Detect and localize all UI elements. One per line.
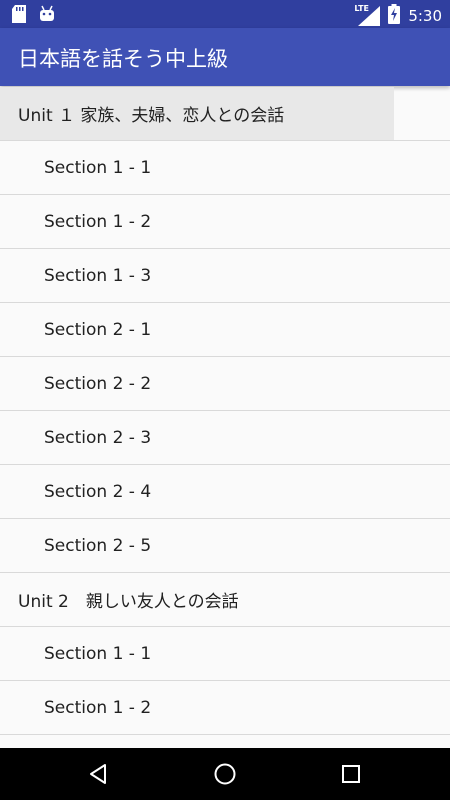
recents-icon[interactable]: [335, 758, 367, 790]
section-label: Section 2 - 1: [44, 319, 152, 340]
network-type-label: LTE: [354, 4, 370, 13]
section-label: Section 2 - 5: [44, 535, 152, 556]
signal-icon: LTE: [354, 4, 381, 26]
section-item[interactable]: Section 1 - 3: [0, 249, 450, 303]
section-label: Section 2 - 3: [44, 427, 152, 448]
unit-header-1[interactable]: Unit １ 家族、夫婦、恋人との会話: [0, 87, 450, 141]
section-label: Section 1 - 2: [44, 211, 152, 232]
section-item[interactable]: [0, 735, 450, 748]
section-label: Section 2 - 2: [44, 373, 152, 394]
sd-card-icon: [12, 5, 26, 27]
section-label: Section 1 - 1: [44, 157, 152, 178]
section-item[interactable]: Section 2 - 5: [0, 519, 450, 573]
back-icon[interactable]: [82, 758, 114, 790]
section-label: Section 1 - 3: [44, 265, 152, 286]
status-bar: LTE 5:30: [0, 0, 450, 28]
status-time: 5:30: [408, 7, 442, 25]
navigation-bar: [0, 748, 450, 800]
app-title: 日本語を話そう中上級: [18, 47, 228, 71]
section-item[interactable]: Section 2 - 2: [0, 357, 450, 411]
unit-section-list[interactable]: Unit １ 家族、夫婦、恋人との会話 Section 1 - 1 Sectio…: [0, 87, 450, 748]
home-icon[interactable]: [209, 758, 241, 790]
unit-label: Unit １ 家族、夫婦、恋人との会話: [18, 106, 285, 126]
section-item[interactable]: Section 2 - 3: [0, 411, 450, 465]
section-label: Section 1 - 1: [44, 643, 152, 664]
app-bar: 日本語を話そう中上級: [0, 28, 450, 86]
section-label: Section 1 - 2: [44, 697, 152, 718]
unit-label: Unit 2 親しい友人との会話: [18, 592, 239, 612]
section-item[interactable]: Section 1 - 2: [0, 195, 450, 249]
unit-header-2[interactable]: Unit 2 親しい友人との会話: [0, 573, 450, 627]
section-item[interactable]: Section 2 - 1: [0, 303, 450, 357]
section-item[interactable]: Section 1 - 1: [0, 141, 450, 195]
section-label: Section 2 - 4: [44, 481, 152, 502]
section-item[interactable]: Section 2 - 4: [0, 465, 450, 519]
battery-charging-icon: [388, 4, 401, 28]
section-item[interactable]: Section 1 - 2: [0, 681, 450, 735]
section-item[interactable]: Section 1 - 1: [0, 627, 450, 681]
android-icon: [38, 5, 56, 27]
